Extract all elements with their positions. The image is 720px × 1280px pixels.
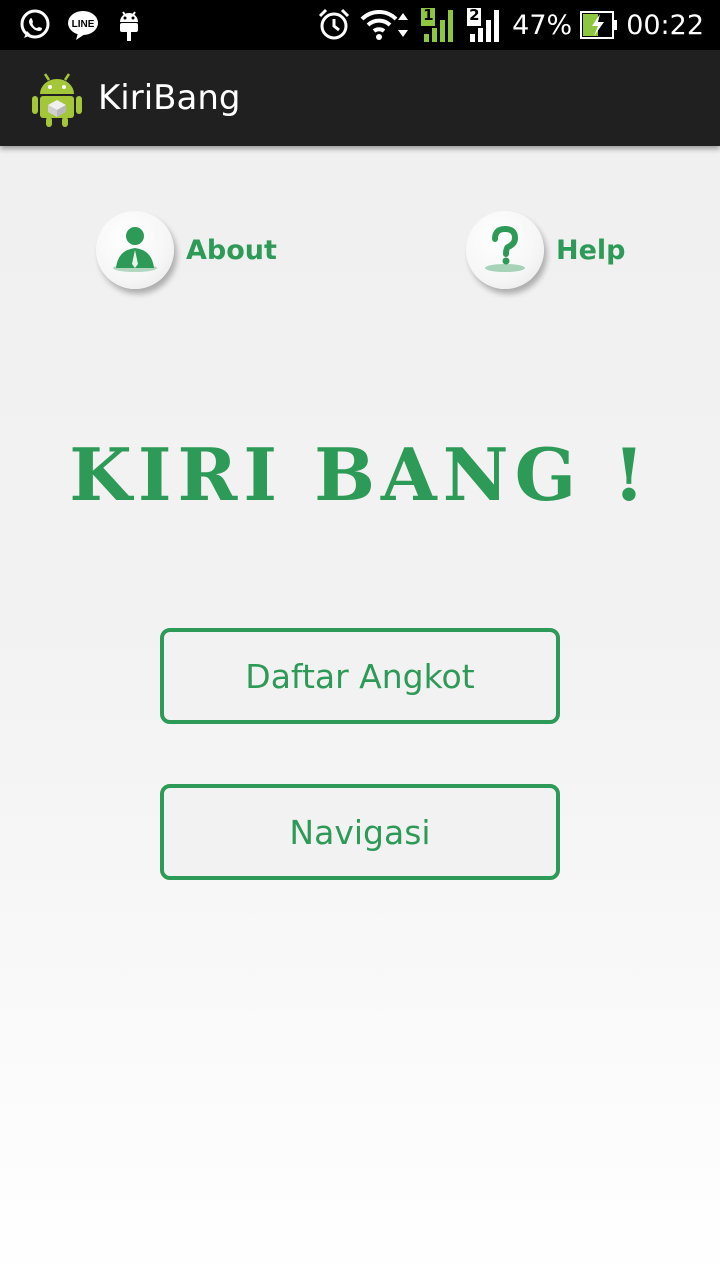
status-bar: LINE 1 2 47% 00:22 [0,0,720,50]
app-title: KiriBang [98,78,241,118]
wifi-icon [360,9,409,40]
help-icon-circle [466,211,544,289]
sim1-label: 1 [423,6,434,24]
help-label: Help [556,234,626,266]
question-icon [485,225,525,272]
line-icon: LINE [68,11,98,40]
android-debug-icon [120,11,138,41]
signal-sim1-icon: 1 [420,6,458,44]
help-button[interactable]: Help [466,208,626,292]
about-label: About [186,234,277,266]
daftar-angkot-button[interactable]: Daftar Angkot [160,628,560,724]
battery-charging-icon [580,11,618,39]
person-icon [113,227,157,272]
system-tray: 1 2 47% 00:22 [316,6,704,44]
notification-area: LINE [18,8,144,42]
clock: 00:22 [626,9,704,41]
android-app-icon[interactable] [30,70,84,128]
whatsapp-icon [20,9,50,39]
about-button[interactable]: About [96,208,277,292]
navigasi-button[interactable]: Navigasi [160,784,560,880]
about-icon-circle [96,211,174,289]
battery-percent: 47% [512,9,573,41]
app-headline: KIRI BANG ! [69,432,651,517]
action-bar: KiriBang [0,50,720,146]
sim2-label: 2 [469,6,480,24]
signal-sim2-icon: 2 [466,6,504,44]
svg-text:LINE: LINE [72,19,95,30]
alarm-icon [319,8,350,40]
